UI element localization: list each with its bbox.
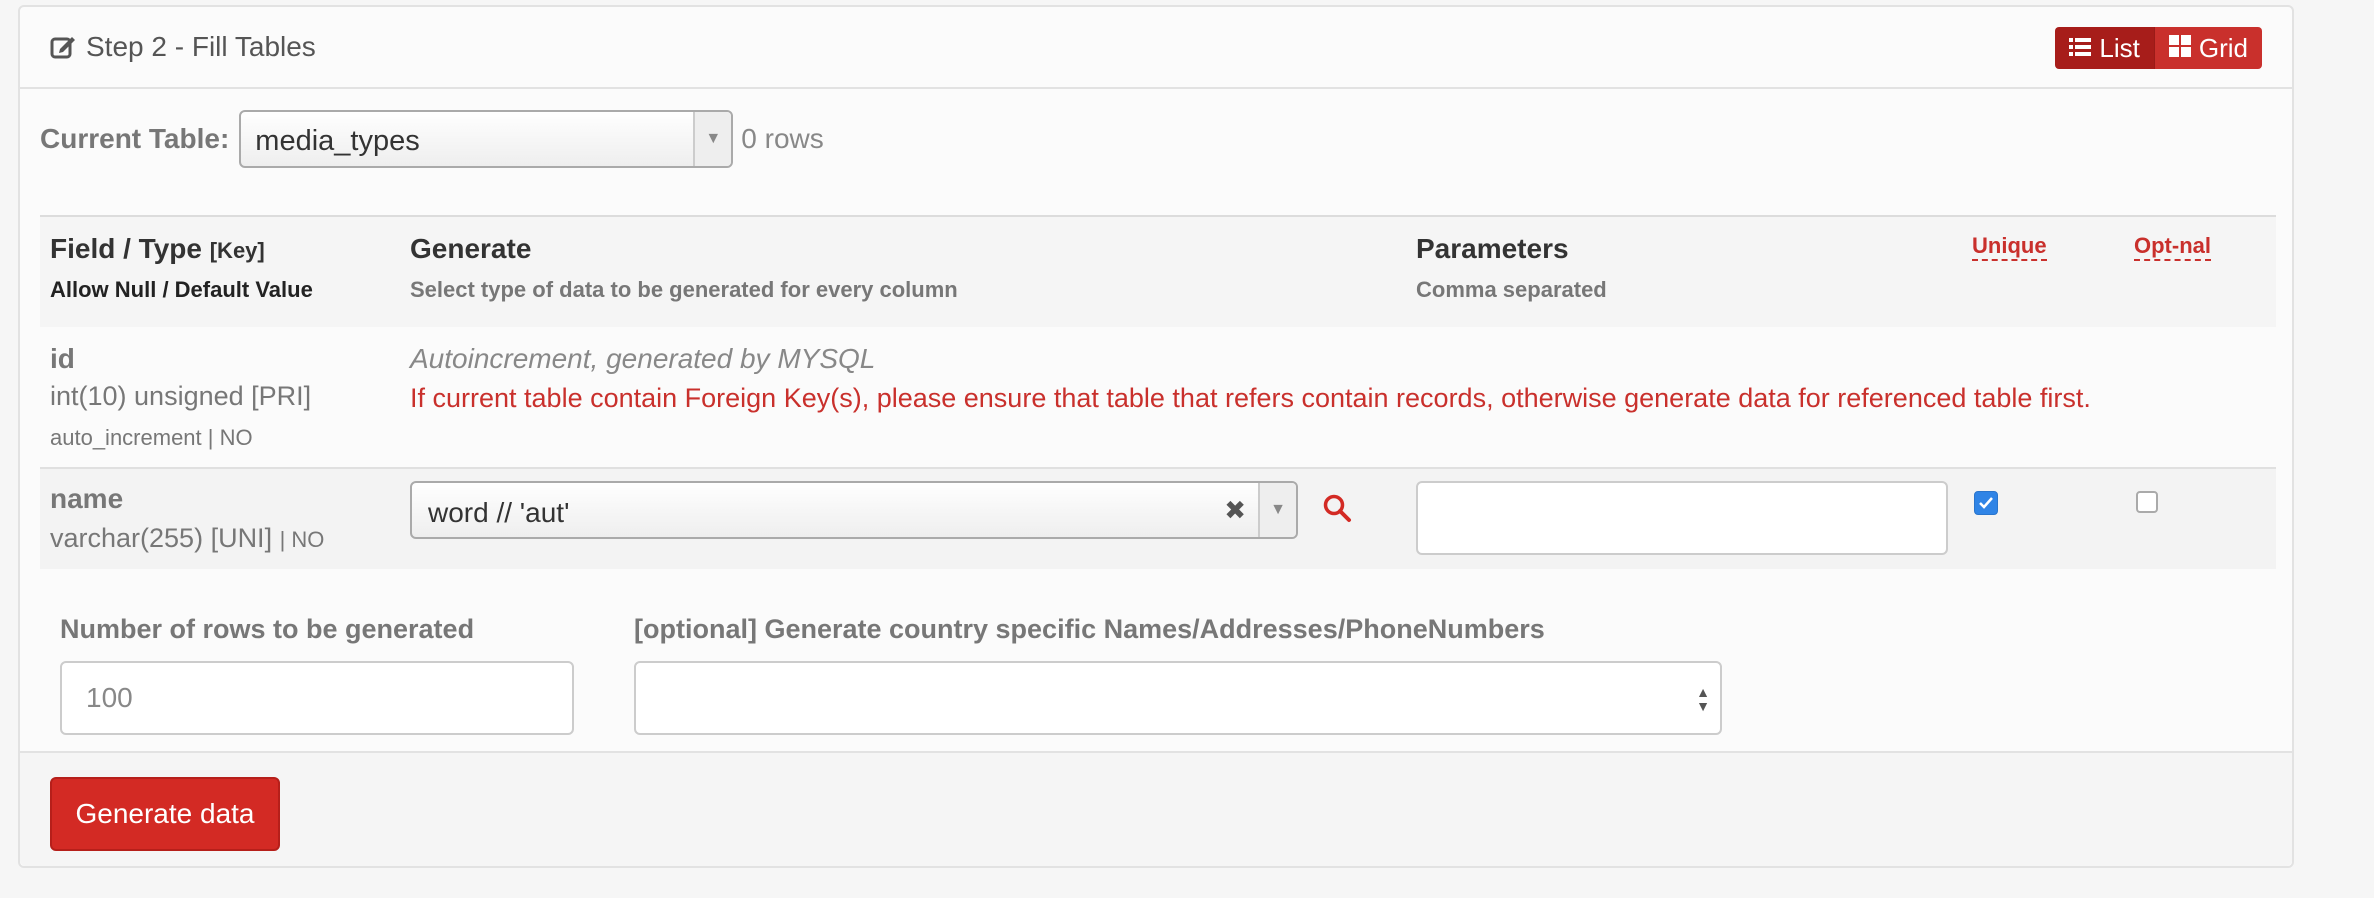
search-icon[interactable] [1322, 493, 1352, 523]
field-type-line: varchar(255) [UNI] | NO [50, 523, 324, 554]
field-extra: auto_increment | NO [50, 425, 253, 450]
panel-header: Step 2 - Fill Tables List Grid [20, 7, 2292, 89]
parameters-header: Parameters Comma separated [1416, 233, 1607, 303]
field-type: varchar(255) [UNI] [50, 523, 273, 553]
allow-null-header: Allow Null / Default Value [50, 277, 313, 302]
rows-count-input[interactable]: 100 [60, 661, 574, 735]
row-count: 0 rows [741, 123, 824, 154]
field-type-header: Field / Type [Key] Allow Null / Default … [50, 233, 313, 303]
field-extra: | NO [279, 527, 325, 552]
table-header: Field / Type [Key] Allow Null / Default … [40, 215, 2276, 329]
generate-header: Generate Select type of data to be gener… [410, 233, 958, 303]
unique-checkbox[interactable] [1974, 491, 1998, 515]
rows-count-value: 100 [86, 682, 133, 713]
current-table-value: media_types [255, 125, 420, 157]
field-type-title: Field / Type [50, 233, 202, 264]
fill-tables-panel: Step 2 - Fill Tables List Grid Current T… [18, 5, 2294, 868]
panel-title: Step 2 - Fill Tables [50, 31, 316, 63]
view-toggle: List Grid [2055, 27, 2262, 69]
generator-value: word // 'aut' [428, 497, 570, 528]
country-label: [optional] Generate country specific Nam… [634, 614, 1545, 644]
field-name: name [50, 483, 124, 514]
list-view-label: List [2099, 32, 2140, 63]
list-icon [2069, 33, 2092, 64]
generator-select[interactable]: word // 'aut' ✖ ▼ [410, 481, 1298, 539]
optional-header[interactable]: Opt-nal [2134, 233, 2211, 261]
rows-count-label: Number of rows to be generated [60, 614, 475, 644]
autoincrement-note: Autoincrement, generated by MYSQL [410, 343, 876, 374]
optional-checkbox[interactable] [2136, 491, 2158, 513]
generate-subtitle: Select type of data to be generated for … [410, 277, 958, 302]
parameters-title: Parameters [1416, 233, 1569, 264]
foreign-key-warning: If current table contain Foreign Key(s),… [410, 383, 2091, 413]
field-type: int(10) unsigned [PRI] [50, 381, 312, 411]
panel-title-text: Step 2 - Fill Tables [86, 31, 316, 62]
grid-icon [2168, 33, 2191, 64]
table-row: id int(10) unsigned [PRI] auto_increment… [40, 327, 2276, 469]
parameters-subtitle: Comma separated [1416, 277, 1607, 302]
list-view-button[interactable]: List [2055, 27, 2154, 69]
grid-view-button[interactable]: Grid [2153, 27, 2262, 69]
chevron-down-icon: ▼ [693, 112, 732, 166]
parameters-input[interactable] [1416, 481, 1948, 555]
edit-icon [50, 34, 76, 60]
grid-view-label: Grid [2198, 32, 2248, 63]
unique-header[interactable]: Unique [1972, 233, 2047, 261]
generate-title: Generate [410, 233, 532, 264]
clear-icon[interactable]: ✖ [1224, 495, 1246, 526]
table-row: name varchar(255) [UNI] | NO word // 'au… [40, 469, 2276, 569]
key-label: [Key] [209, 238, 265, 263]
country-select[interactable]: ▲ ▼ [634, 661, 1722, 735]
select-arrows-icon: ▲ ▼ [1696, 684, 1710, 714]
current-table-row: Current Table: media_types ▼ 0 rows [40, 109, 824, 169]
generate-data-button[interactable]: Generate data [50, 777, 280, 851]
current-table-label: Current Table: [40, 123, 230, 154]
current-table-select[interactable]: media_types ▼ [239, 110, 734, 168]
field-name: id [50, 343, 75, 374]
panel-footer: Generate data [20, 751, 2292, 866]
chevron-down-icon: ▼ [1258, 483, 1296, 537]
